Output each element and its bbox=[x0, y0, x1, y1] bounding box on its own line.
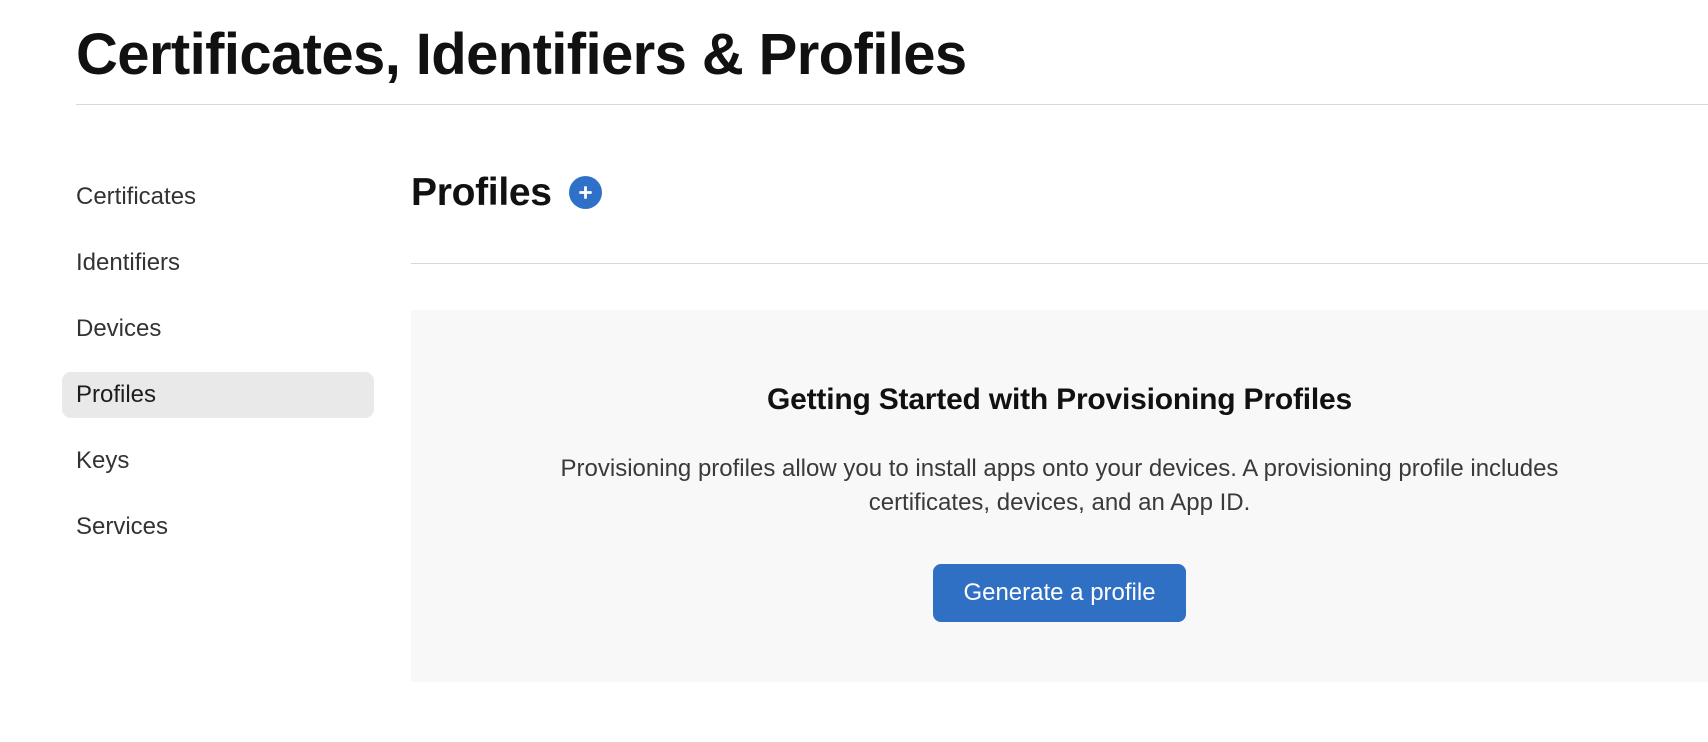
page-root: Certificates, Identifiers & Profiles Cer… bbox=[0, 0, 1708, 742]
getting-started-card: Getting Started with Provisioning Profil… bbox=[411, 310, 1708, 682]
title-divider bbox=[76, 104, 1708, 105]
masthead: Certificates, Identifiers & Profiles bbox=[0, 0, 1708, 105]
sidebar-item-profiles[interactable]: Profiles bbox=[62, 372, 374, 418]
sidebar: Certificates Identifiers Devices Profile… bbox=[62, 174, 374, 570]
sidebar-item-services[interactable]: Services bbox=[62, 504, 374, 550]
sidebar-item-identifiers[interactable]: Identifiers bbox=[62, 240, 374, 286]
sidebar-item-keys[interactable]: Keys bbox=[62, 438, 374, 484]
main-content: Profiles Getting Started with Provisioni… bbox=[411, 112, 1708, 682]
getting-started-description: Provisioning profiles allow you to insta… bbox=[560, 455, 1559, 517]
getting-started-actions: Generate a profile bbox=[451, 564, 1668, 622]
sidebar-item-certificates[interactable]: Certificates bbox=[62, 174, 374, 220]
getting-started-title: Getting Started with Provisioning Profil… bbox=[767, 383, 1352, 416]
section-divider bbox=[411, 263, 1708, 264]
sidebar-item-devices[interactable]: Devices bbox=[62, 306, 374, 352]
add-profile-button[interactable] bbox=[568, 175, 602, 209]
body-area: Certificates Identifiers Devices Profile… bbox=[0, 112, 1708, 742]
page-title: Certificates, Identifiers & Profiles bbox=[76, 22, 967, 87]
generate-profile-button[interactable]: Generate a profile bbox=[933, 564, 1186, 622]
section-title: Profiles bbox=[411, 170, 552, 214]
plus-icon bbox=[576, 183, 595, 202]
masthead-inner: Certificates, Identifiers & Profiles bbox=[76, 22, 1708, 105]
section-header: Profiles bbox=[411, 112, 1708, 224]
